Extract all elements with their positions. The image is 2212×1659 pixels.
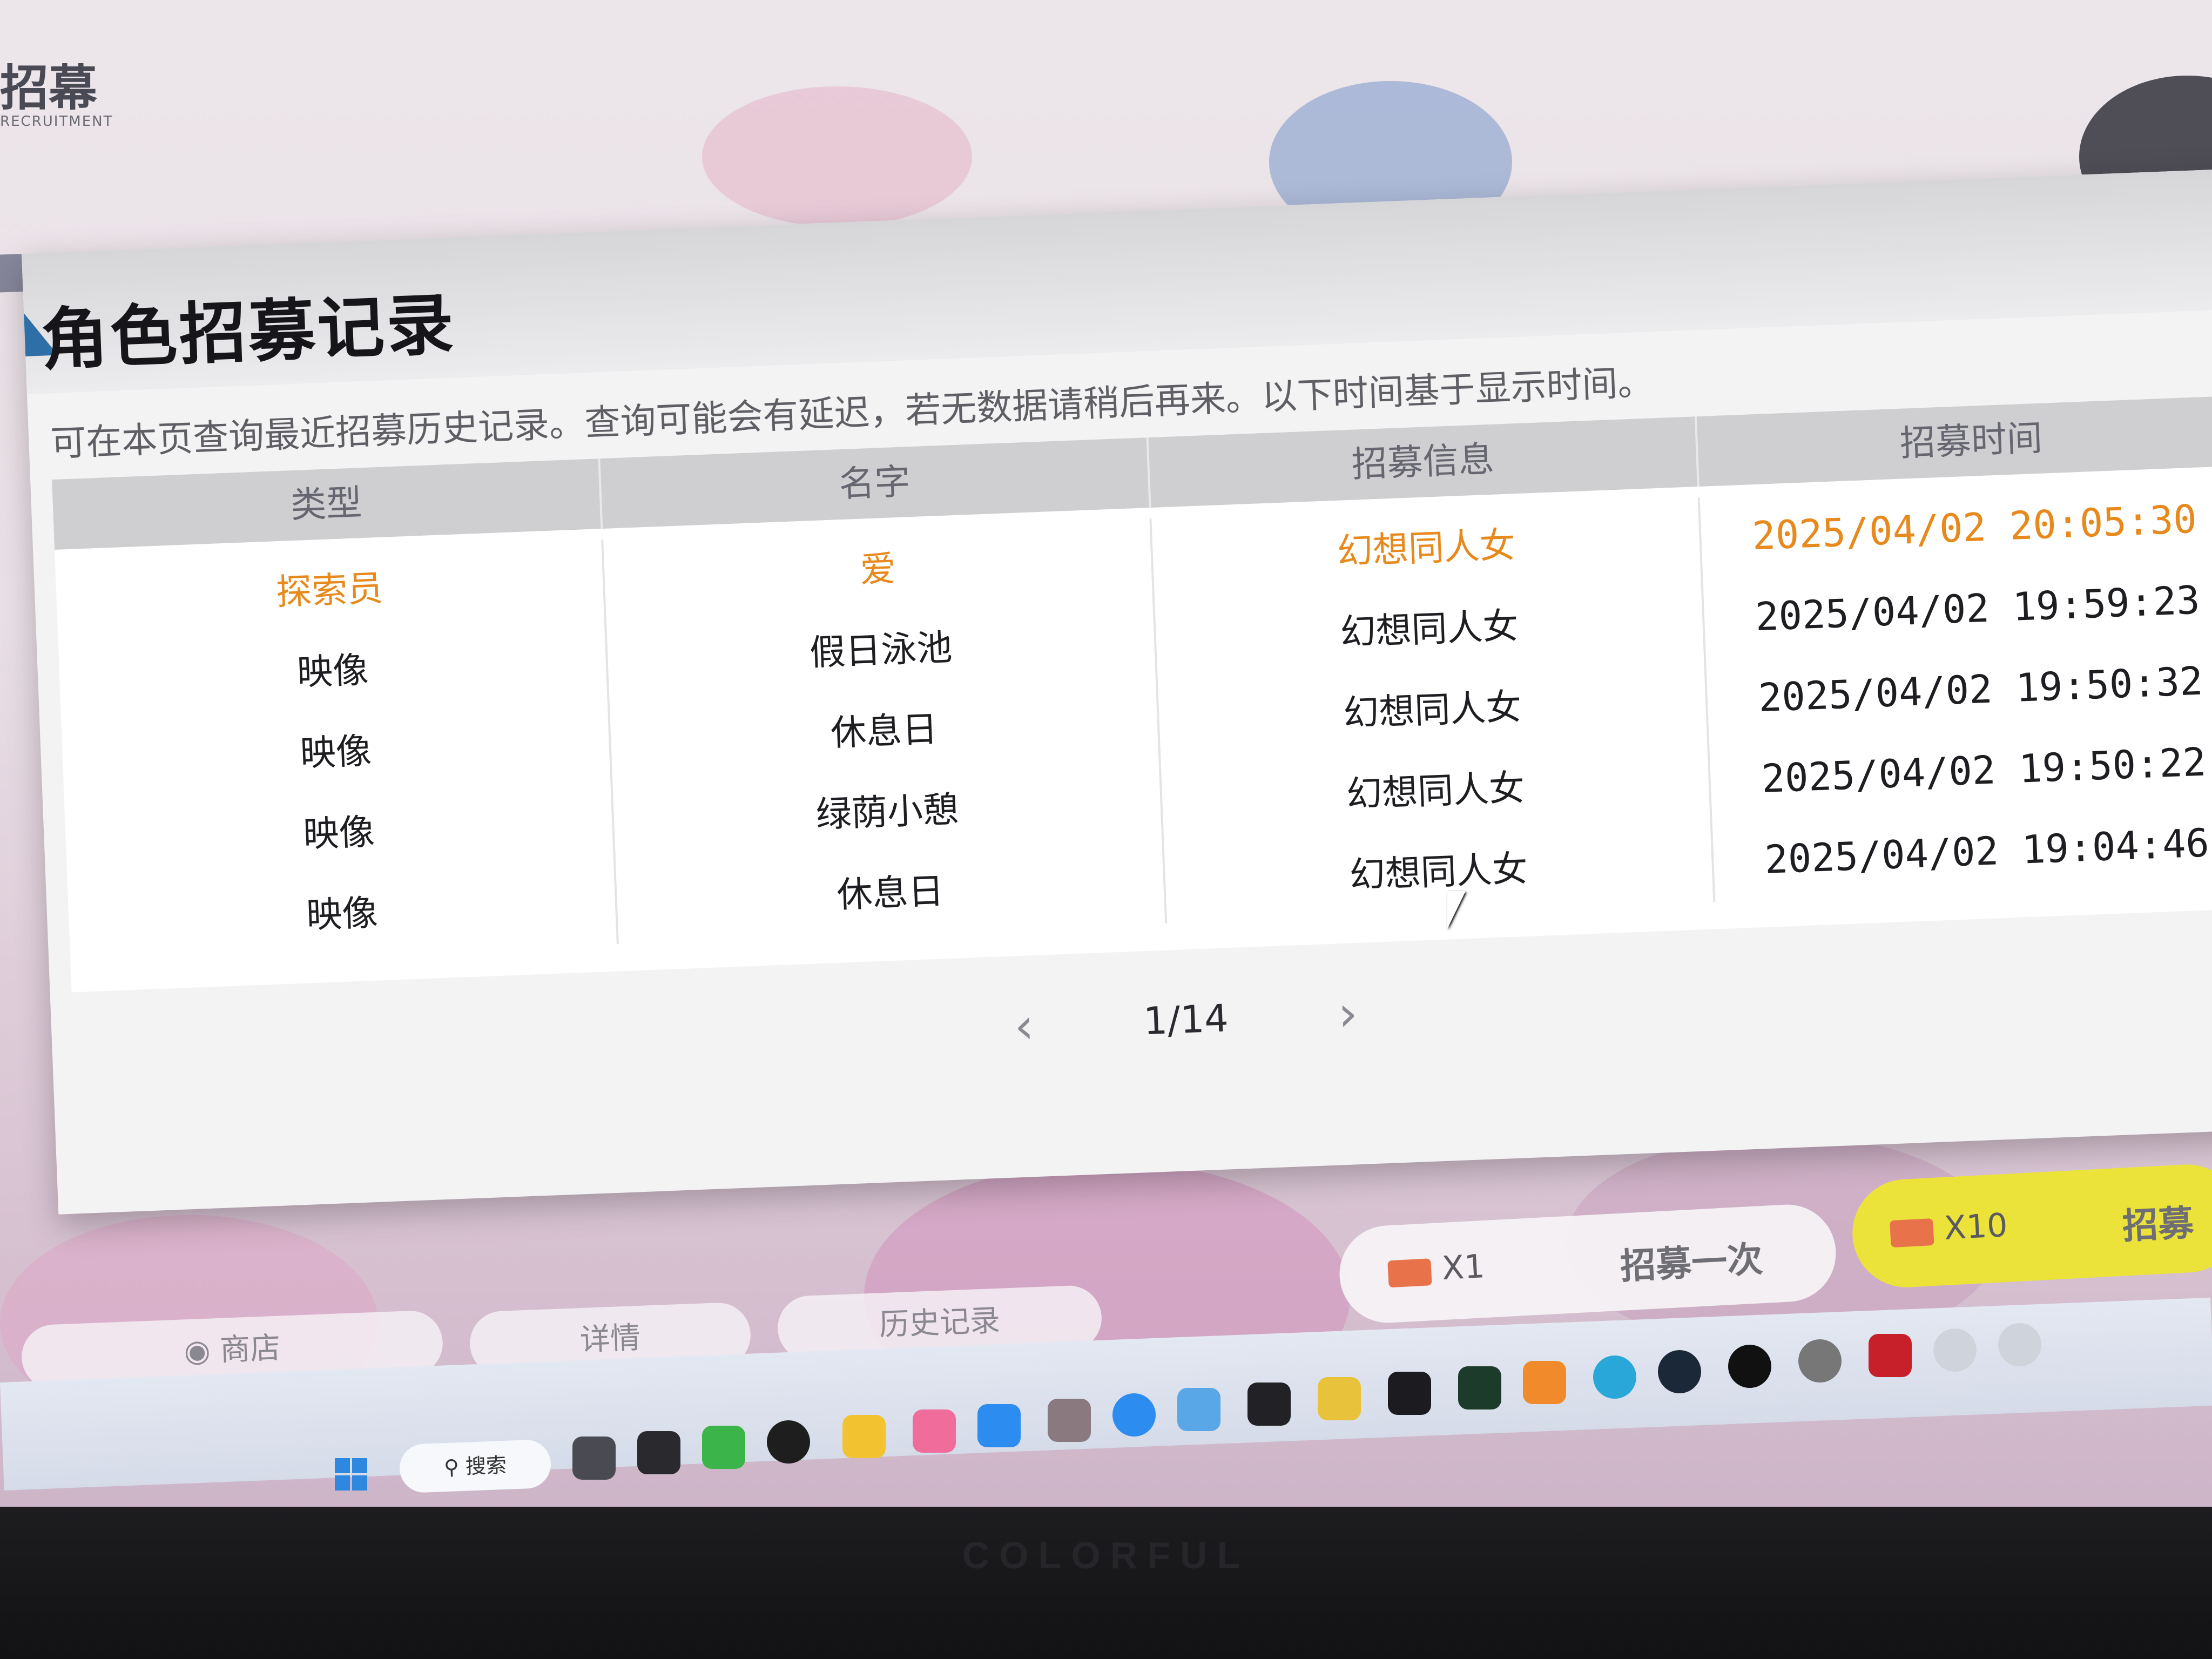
recruit-history-dialog: 角色招募记录 可在本页查询最近招募历史记录。查询可能会有延迟，若无数据请稍后再来… [22,168,2212,1215]
recruit-once-label: 招募一次 [1619,1238,1764,1287]
search-icon: ⚲ [443,1454,466,1480]
pagination: ‹ 1/14 › [996,975,1377,1065]
laptop-brand: COLORFUL [962,1534,1250,1576]
tray-app-icon[interactable] [1998,1323,2041,1366]
game-avatar-icon[interactable] [1048,1399,1091,1442]
mouse-cursor-icon [1447,891,1466,929]
autocad-icon[interactable] [1869,1334,1912,1377]
chevron-right-icon[interactable]: › [1320,984,1376,1043]
page-indicator: 1/14 [1142,996,1230,1044]
tray-app-icon[interactable] [1933,1328,1977,1372]
taskbar-search[interactable]: ⚲ 搜索 [399,1439,552,1494]
background-art [702,86,972,227]
dialog-title: 角色招募记录 [39,285,457,380]
task-view-icon[interactable] [572,1437,616,1480]
app-dark-icon[interactable] [1247,1382,1291,1426]
shop-icon: ◉ [183,1332,221,1370]
ticket-icon [1387,1258,1432,1288]
steam-icon[interactable] [1658,1350,1701,1393]
game-logo-sub: RECRUITMENT [0,113,113,130]
windows-start-icon[interactable] [335,1458,367,1491]
screen: 招幕 RECRUITMENT 角色招募记录 可在本页查询最近招募历史记录。查询可… [0,0,2212,1534]
media-player-icon[interactable] [767,1420,810,1464]
wechat-icon[interactable] [702,1426,745,1469]
app-blue-icon[interactable] [977,1404,1021,1447]
valorant-icon[interactable] [1388,1372,1431,1415]
app-g-icon[interactable] [1728,1345,1771,1388]
laptop-bezel [0,1507,2212,1659]
app-yellow-icon[interactable] [1318,1377,1361,1420]
recruit-ten-count: X10 [1943,1206,2009,1247]
app-green-icon[interactable] [1458,1366,1501,1410]
taskbar-search-label: 搜索 [465,1453,507,1479]
history-table: 探索员 爱 幻想同人女 2025/04/02 20:05:30 映像 假日泳池 … [55,466,2212,993]
recruit-ten-button[interactable]: X10 招募 [1850,1162,2212,1290]
folder-icon[interactable] [842,1415,886,1458]
ticket-icon [1890,1218,1934,1248]
browser-icon[interactable] [1177,1388,1220,1431]
shop-label: 商店 [219,1330,281,1368]
app-circle-icon[interactable] [1798,1339,1842,1382]
app-blue2-icon[interactable] [1112,1393,1156,1437]
chevron-left-icon[interactable]: ‹ [996,996,1052,1055]
bilibili-icon[interactable] [913,1410,956,1453]
recruit-once-count: X1 [1441,1247,1486,1288]
recruit-ten-label: 招募 [2121,1202,2195,1247]
app-orange-icon[interactable] [1523,1361,1566,1404]
edge-icon[interactable] [1593,1355,1636,1399]
game-logo: 招幕 [0,59,97,117]
qq-icon[interactable] [637,1431,680,1474]
